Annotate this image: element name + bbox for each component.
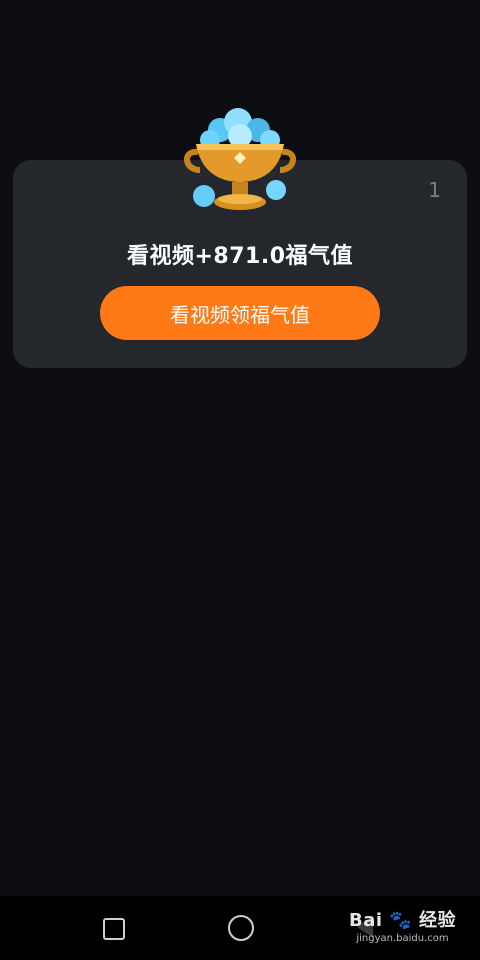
system-navigation-bar: Bai 🐾 经验 jingyan.baidu.com xyxy=(0,896,480,960)
watermark-brand-right: 经验 xyxy=(419,910,456,931)
square-icon[interactable] xyxy=(103,918,125,940)
watermark-brand-left: Bai xyxy=(348,910,383,931)
baidu-watermark: Bai 🐾 经验 jingyan.baidu.com xyxy=(349,906,456,944)
counter-label: 1 xyxy=(428,178,441,202)
gem-trophy-icon xyxy=(184,108,296,210)
circle-icon[interactable] xyxy=(228,915,254,941)
watch-video-button[interactable]: 看视频领福气值 xyxy=(100,286,380,340)
paw-icon: 🐾 xyxy=(389,910,413,931)
reward-text: 看视频+871.0福气值 xyxy=(126,244,354,269)
watermark-url: jingyan.baidu.com xyxy=(356,933,449,944)
